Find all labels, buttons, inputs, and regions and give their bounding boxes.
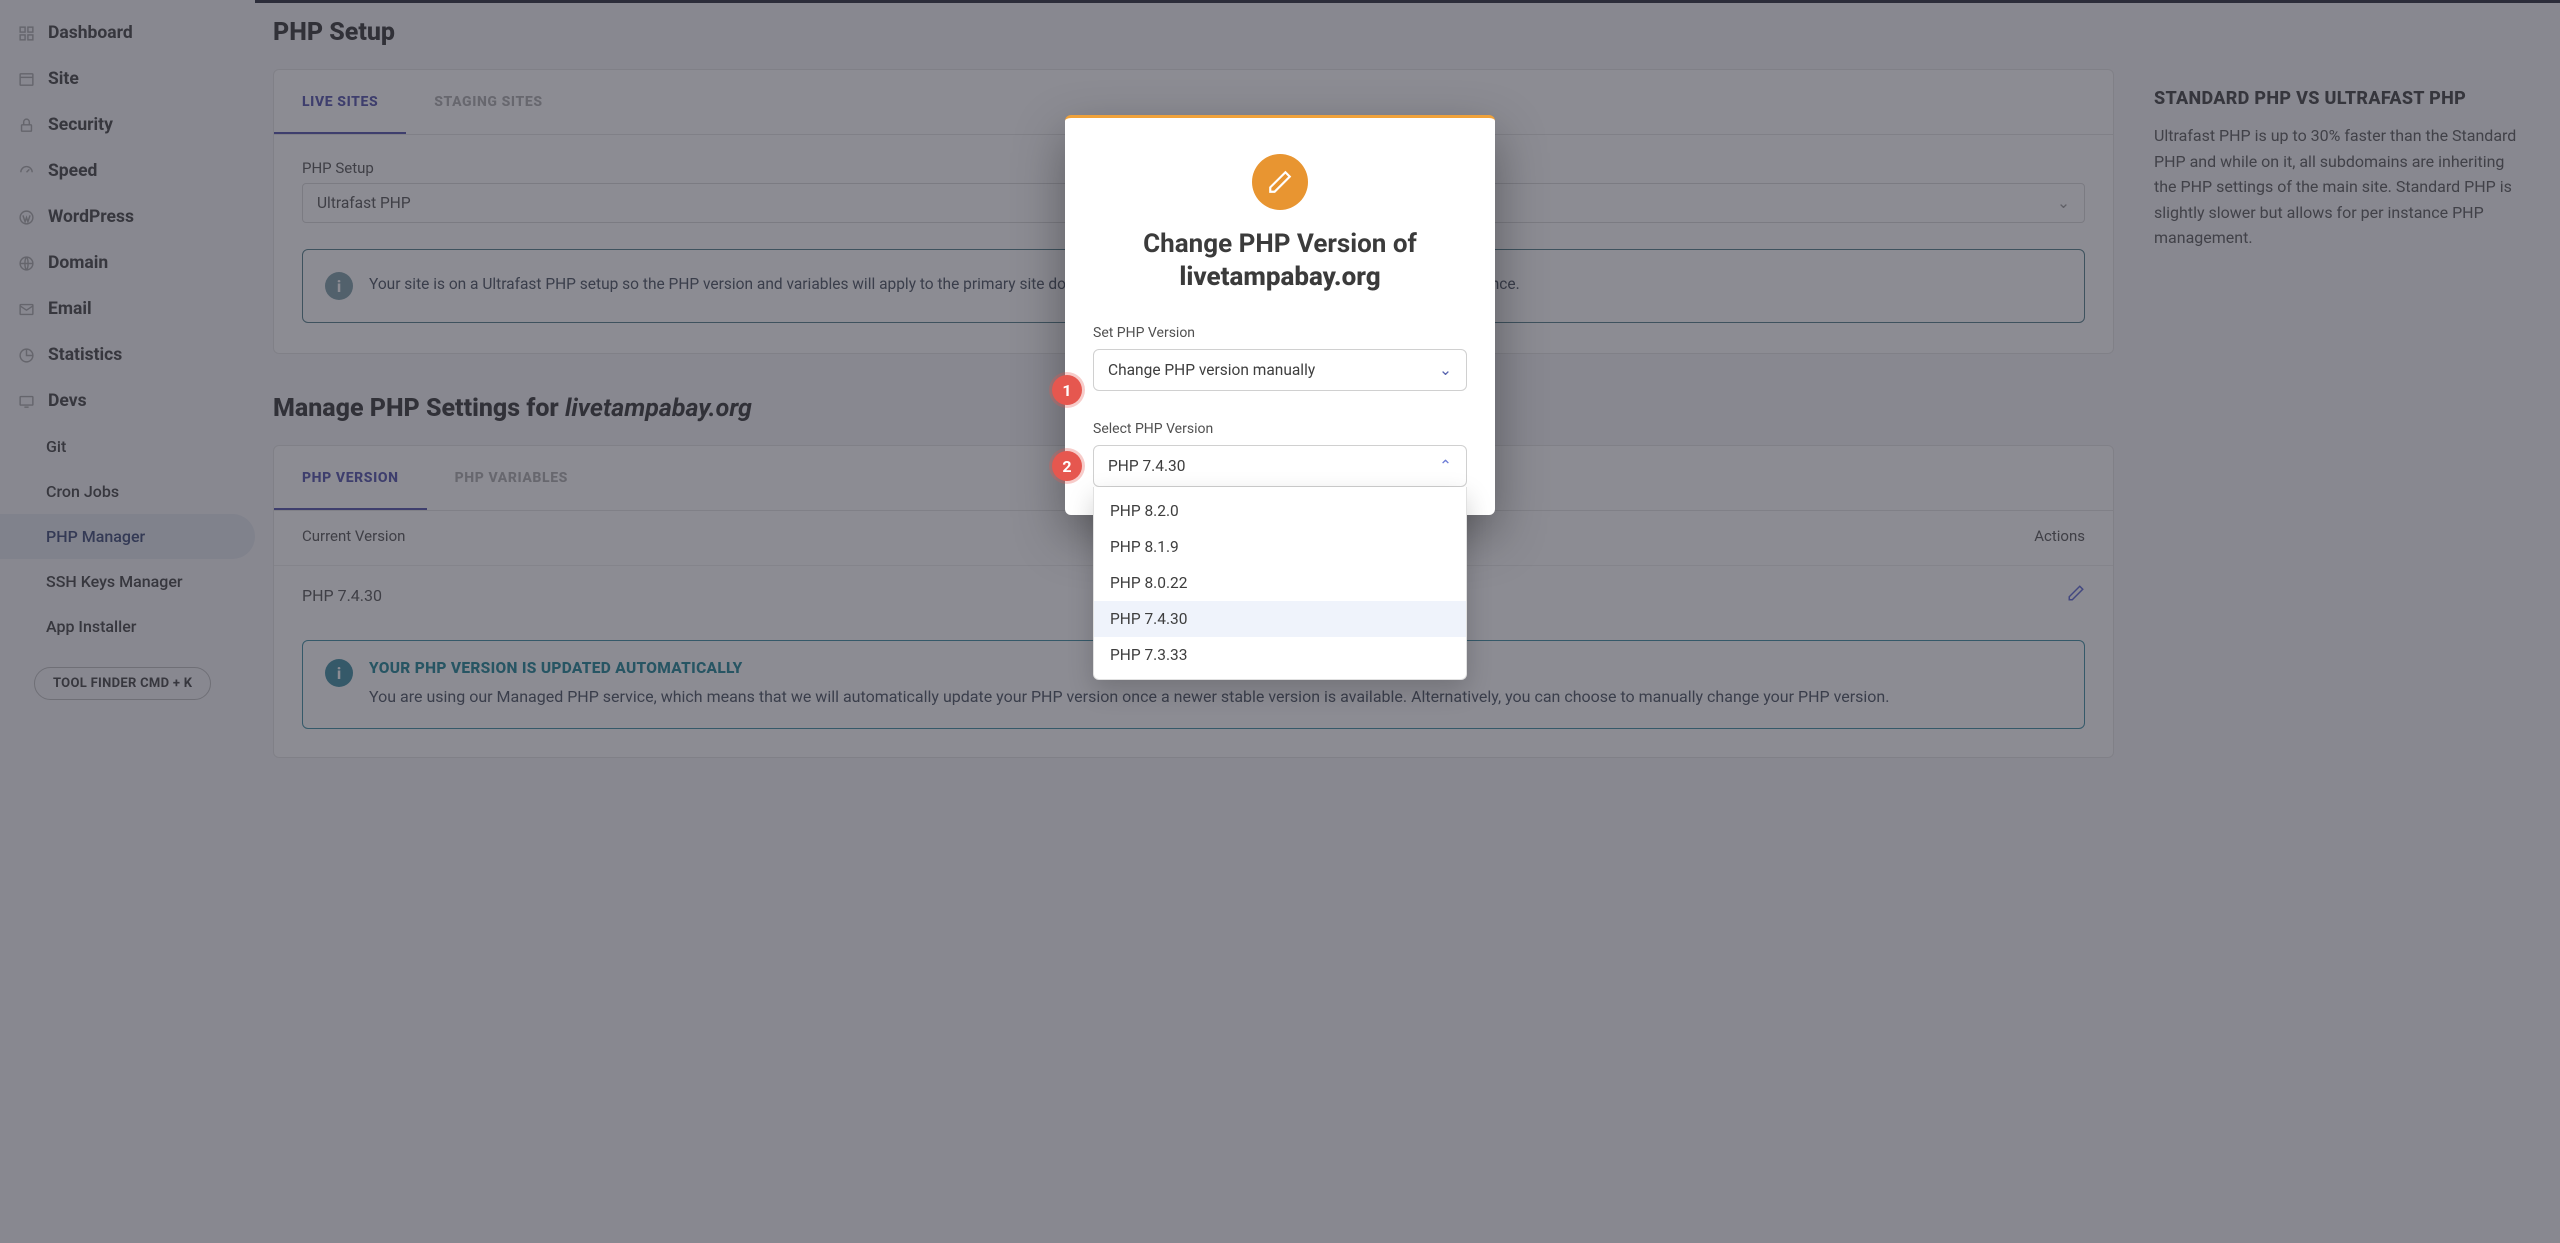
- change-php-version-modal: Change PHP Version of livetampabay.org S…: [1065, 115, 1495, 515]
- annotation-badge-1: 1: [1052, 375, 1082, 405]
- set-php-version-value: Change PHP version manually: [1108, 361, 1315, 379]
- modal-title-prefix: Change PHP Version of: [1143, 229, 1417, 259]
- php-version-option[interactable]: PHP 8.1.9: [1094, 529, 1466, 565]
- php-version-option[interactable]: PHP 8.0.22: [1094, 565, 1466, 601]
- chevron-up-icon: ⌃: [1439, 457, 1452, 475]
- php-version-options-list: PHP 8.2.0 PHP 8.1.9 PHP 8.0.22 PHP 7.4.3…: [1093, 487, 1467, 680]
- annotation-badge-2: 2: [1052, 451, 1082, 481]
- set-php-version-field: Set PHP Version Change PHP version manua…: [1093, 325, 1467, 391]
- badge-number: 2: [1062, 457, 1071, 476]
- option-label: PHP 7.3.33: [1110, 646, 1187, 664]
- app-root: Dashboard Site Security Speed WordPress: [0, 0, 2560, 1243]
- modal-title: Change PHP Version of livetampabay.org: [1093, 228, 1467, 295]
- badge-number: 1: [1062, 381, 1071, 400]
- php-version-option[interactable]: PHP 7.4.30: [1094, 601, 1466, 637]
- php-version-option[interactable]: PHP 7.3.33: [1094, 637, 1466, 673]
- edit-icon: [1252, 154, 1308, 210]
- select-php-version-value: PHP 7.4.30: [1108, 457, 1185, 475]
- select-php-version-select[interactable]: PHP 7.4.30 ⌃: [1093, 445, 1467, 487]
- option-label: PHP 8.1.9: [1110, 538, 1179, 556]
- option-label: PHP 8.2.0: [1110, 502, 1179, 520]
- modal-title-domain: livetampabay.org: [1093, 261, 1467, 294]
- select-php-version-label: Select PHP Version: [1093, 421, 1467, 437]
- chevron-down-icon: ⌄: [1439, 361, 1452, 379]
- select-php-version-field: Select PHP Version PHP 7.4.30 ⌃ PHP 8.2.…: [1093, 421, 1467, 487]
- set-php-version-label: Set PHP Version: [1093, 325, 1467, 341]
- option-label: PHP 8.0.22: [1110, 574, 1187, 592]
- php-version-option[interactable]: PHP 8.2.0: [1094, 493, 1466, 529]
- set-php-version-select[interactable]: Change PHP version manually ⌄: [1093, 349, 1467, 391]
- option-label: PHP 7.4.30: [1110, 610, 1187, 628]
